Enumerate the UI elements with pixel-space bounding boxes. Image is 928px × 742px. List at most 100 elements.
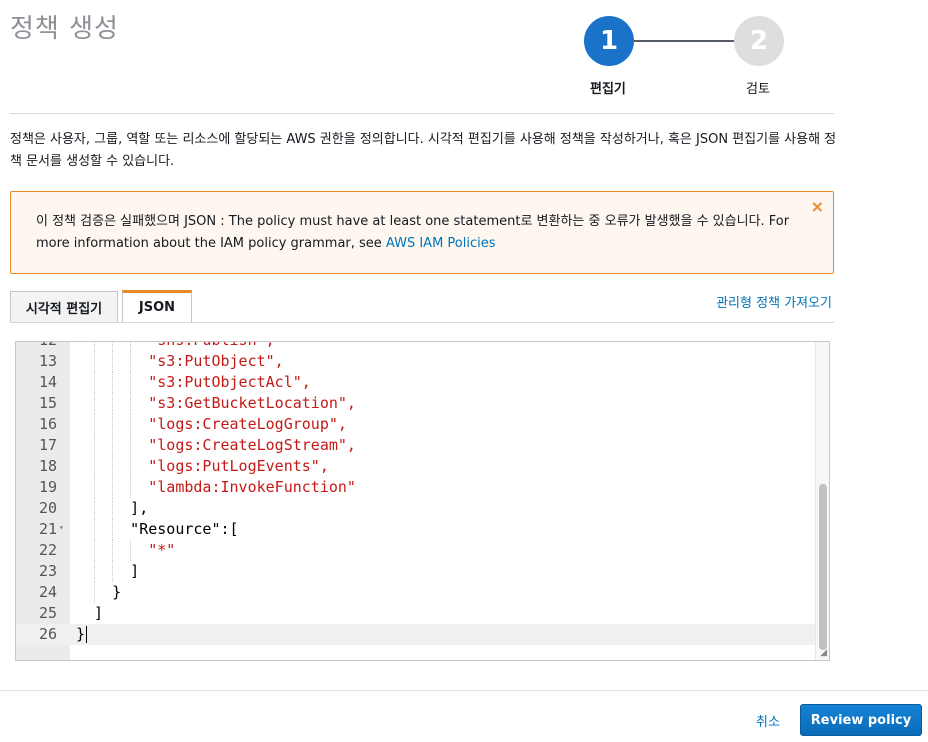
- indent-guide: [94, 435, 96, 456]
- code-line[interactable]: 15 "s3:GetBucketLocation",: [16, 393, 816, 414]
- line-number: 15: [38, 394, 57, 412]
- indent-guide: [130, 351, 132, 372]
- code-text: ],: [130, 498, 148, 519]
- line-number: 16: [38, 415, 57, 433]
- wizard-steps: 1 2 편집기 검토: [580, 16, 790, 97]
- indent-guide: [130, 342, 132, 351]
- tab-underline: [10, 322, 834, 323]
- string-literal: "s3:GetBucketLocation",: [148, 394, 356, 412]
- indent-guide: [94, 519, 96, 540]
- string-literal: "*": [148, 541, 176, 559]
- code-token: ],: [130, 499, 149, 517]
- code-line[interactable]: 19 "lambda:InvokeFunction": [16, 477, 816, 498]
- code-line[interactable]: 12 "sns:Publish",: [16, 342, 816, 351]
- line-number: 20: [38, 499, 57, 517]
- code-line[interactable]: 13 "s3:PutObject",: [16, 351, 816, 372]
- code-line[interactable]: 24}: [16, 582, 816, 603]
- validation-alert: 이 정책 검증은 실패했으며 JSON : The policy must ha…: [10, 191, 834, 274]
- code-lines: 12 "sns:Publish", 13 "s3:PutObject", 14 "s3:P…: [16, 342, 816, 645]
- header-divider: [10, 113, 834, 114]
- line-number: 17: [38, 436, 57, 454]
- code-text: }: [112, 582, 121, 603]
- resize-handle-icon[interactable]: ◢: [820, 648, 827, 658]
- aws-iam-policies-link[interactable]: AWS IAM Policies: [386, 236, 496, 251]
- code-line[interactable]: 21 ▾ "Resource":[: [16, 519, 816, 540]
- indent-guide: [112, 456, 114, 477]
- indent-guide: [112, 561, 114, 582]
- indent-guide: [112, 351, 114, 372]
- line-number: 26: [38, 625, 57, 643]
- code-line[interactable]: 22 "*": [16, 540, 816, 561]
- code-text: "logs:CreateLogStream",: [148, 435, 356, 456]
- close-icon[interactable]: ×: [811, 197, 824, 216]
- text-cursor: [86, 626, 88, 643]
- footer-divider: [0, 690, 928, 691]
- indent-guide: [112, 414, 114, 435]
- editor-scrollbar[interactable]: [815, 342, 829, 660]
- code-text: "logs:CreateLogGroup",: [148, 414, 347, 435]
- alert-text: 이 정책 검증은 실패했으며 JSON : The policy must ha…: [36, 211, 796, 255]
- code-line[interactable]: 20],: [16, 498, 816, 519]
- indent-guide: [94, 498, 96, 519]
- page-title: 정책 생성: [10, 14, 119, 44]
- code-text: "s3:GetBucketLocation",: [148, 393, 356, 414]
- import-managed-policy-link[interactable]: 관리형 정책 가져오기: [716, 292, 832, 311]
- code-token: ]: [94, 604, 104, 622]
- code-token: }: [76, 625, 86, 643]
- code-text: "lambda:InvokeFunction": [148, 477, 356, 498]
- page-description: 정책은 사용자, 그룹, 역할 또는 리소스에 할당되는 AWS 권한을 정의합…: [10, 132, 837, 169]
- indent-guide: [130, 414, 132, 435]
- tab-visual-editor[interactable]: 시각적 편집기: [10, 291, 118, 323]
- indent-guide: [94, 477, 96, 498]
- code-line[interactable]: 18 "logs:PutLogEvents",: [16, 456, 816, 477]
- step-1-circle: 1: [584, 16, 634, 66]
- string-literal: "logs:CreateLogStream",: [148, 436, 356, 454]
- indent-guide: [112, 342, 114, 351]
- code-text: "s3:PutObjectAcl",: [148, 372, 311, 393]
- string-literal: "sns:Publish",: [148, 342, 274, 349]
- indent-guide: [112, 540, 114, 561]
- step-line: [634, 40, 734, 42]
- indent-guide: [112, 498, 114, 519]
- cancel-button[interactable]: 취소: [756, 711, 780, 730]
- indent-guide: [94, 540, 96, 561]
- code-line[interactable]: 17 "logs:CreateLogStream",: [16, 435, 816, 456]
- line-number: 12: [16, 342, 57, 351]
- review-policy-button[interactable]: Review policy: [800, 704, 922, 736]
- code-text: "logs:PutLogEvents",: [148, 456, 329, 477]
- code-line[interactable]: 16 "logs:CreateLogGroup",: [16, 414, 816, 435]
- line-number: 19: [38, 478, 57, 496]
- line-number: 23: [38, 562, 57, 580]
- string-literal: "s3:PutObjectAcl",: [148, 373, 311, 391]
- code-text: "sns:Publish",: [148, 342, 274, 351]
- string-literal: "s3:PutObject",: [148, 352, 284, 370]
- fold-toggle-icon[interactable]: ▾: [59, 517, 64, 538]
- indent-guide: [130, 393, 132, 414]
- line-number: 21: [38, 520, 57, 538]
- indent-guide: [94, 351, 96, 372]
- step-2-circle: 2: [734, 16, 784, 66]
- indent-guide: [94, 414, 96, 435]
- json-code-editor[interactable]: 12 "sns:Publish", 13 "s3:PutObject", 14 "s3:P…: [15, 341, 830, 661]
- line-number: 25: [38, 604, 57, 622]
- string-literal: "logs:PutLogEvents",: [148, 457, 329, 475]
- line-number: 24: [38, 583, 57, 601]
- code-line[interactable]: 14 "s3:PutObjectAcl",: [16, 372, 816, 393]
- string-literal: "lambda:InvokeFunction": [148, 478, 356, 496]
- indent-guide: [112, 435, 114, 456]
- line-number: 18: [38, 457, 57, 475]
- code-text: "*": [148, 540, 175, 561]
- code-line[interactable]: 26}: [16, 624, 816, 645]
- scrollbar-thumb[interactable]: [819, 484, 827, 650]
- step-2-label: 검토: [746, 82, 770, 97]
- indent-guide: [112, 519, 114, 540]
- code-line[interactable]: 25]: [16, 603, 816, 624]
- code-token: ]: [130, 562, 140, 580]
- tab-json[interactable]: JSON: [122, 290, 192, 322]
- indent-guide: [130, 477, 132, 498]
- indent-guide: [94, 456, 96, 477]
- code-text: "s3:PutObject",: [148, 351, 283, 372]
- code-line[interactable]: 23]: [16, 561, 816, 582]
- code-text: }: [76, 624, 88, 645]
- indent-guide: [94, 342, 96, 351]
